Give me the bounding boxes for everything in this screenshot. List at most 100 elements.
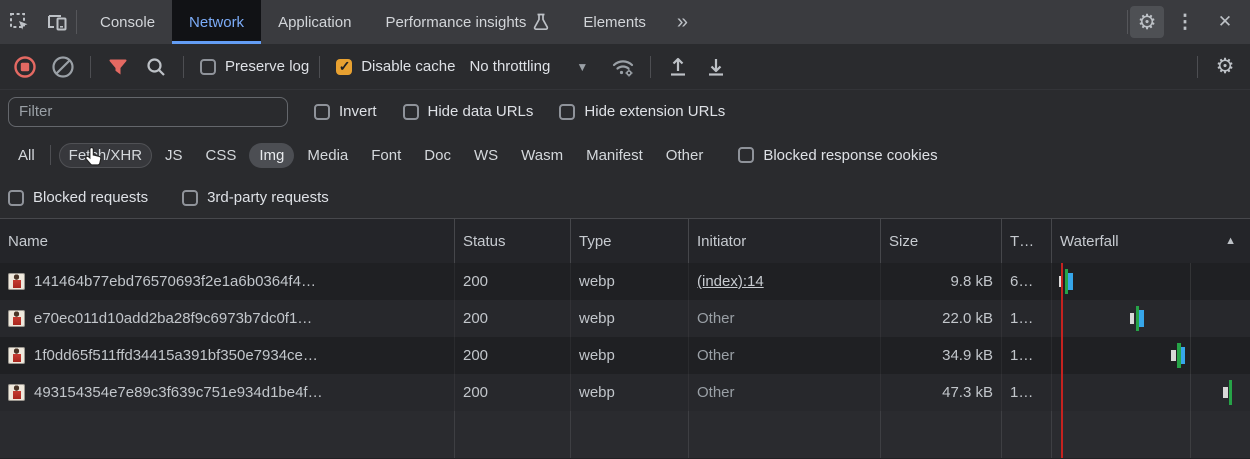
type-cell[interactable]: webp — [571, 263, 689, 300]
size-cell[interactable]: 47.3 kB — [881, 374, 1002, 411]
initiator-link[interactable]: (index):14 — [697, 273, 764, 290]
table-row[interactable]: 141464b77ebd76570693f2e1a6b0364f4… 200web… — [0, 263, 1250, 300]
time-cell[interactable]: 1… — [1002, 337, 1052, 374]
network-settings-button[interactable]: ⚙ — [1208, 50, 1242, 84]
request-name-cell[interactable]: 1f0dd65f511ffd34415a391bf350e7934ce… — [0, 337, 455, 374]
more-tabs-button[interactable]: » — [663, 0, 700, 44]
time-cell[interactable]: 6… — [1002, 263, 1052, 300]
type-filter-all[interactable]: All — [8, 143, 45, 168]
disable-cache-checkbox[interactable]: Disable cache — [336, 58, 455, 75]
tab-console[interactable]: Console — [83, 0, 172, 44]
tab-network[interactable]: Network — [172, 0, 261, 44]
waterfall-cell[interactable] — [1052, 374, 1250, 411]
request-type-filter-row: All Fetch/XHRJSCSSImgMediaFontDocWSWasmMa… — [0, 133, 1250, 177]
type-filter-wasm[interactable]: Wasm — [511, 143, 573, 168]
tab-strip: ConsoleNetwork Application Performance ins… — [83, 0, 663, 44]
hide-data-urls-checkbox[interactable]: Hide data URLs — [403, 103, 534, 120]
request-name-cell[interactable]: e70ec011d10add2ba28f9c6973b7dc0f1… — [0, 300, 455, 337]
network-conditions-button[interactable] — [606, 50, 640, 84]
column-header-type[interactable]: Type — [571, 219, 689, 263]
type-filter-manifest[interactable]: Manifest — [576, 143, 653, 168]
type-filter-css[interactable]: CSS — [196, 143, 247, 168]
import-har-button[interactable] — [661, 50, 695, 84]
type-cell[interactable]: webp — [571, 300, 689, 337]
status-cell[interactable]: 200 — [455, 300, 571, 337]
devtools-tabbar: ConsoleNetwork Application Performance ins… — [0, 0, 1250, 44]
initiator-cell[interactable]: Other — [689, 300, 881, 337]
time-cell[interactable]: 1… — [1002, 300, 1052, 337]
column-header-initiator[interactable]: Initiator — [689, 219, 881, 263]
hide-extension-urls-checkbox[interactable]: Hide extension URLs — [559, 103, 725, 120]
device-toolbar-button[interactable] — [38, 0, 76, 44]
table-row[interactable]: e70ec011d10add2ba28f9c6973b7dc0f1… 200web… — [0, 300, 1250, 337]
type-filter-other[interactable]: Other — [656, 143, 714, 168]
initiator-cell[interactable]: Other — [689, 337, 881, 374]
tab-elements[interactable]: Elements — [566, 0, 663, 44]
column-header-name[interactable]: Name — [0, 219, 455, 263]
initiator-cell[interactable]: Other — [689, 374, 881, 411]
settings-button[interactable]: ⚙ — [1130, 6, 1164, 38]
status-cell[interactable]: 200 — [455, 374, 571, 411]
size-cell[interactable]: 34.9 kB — [881, 337, 1002, 374]
type-filter-media[interactable]: Media — [297, 143, 358, 168]
waterfall-cell[interactable] — [1052, 263, 1250, 300]
filter-input[interactable] — [8, 97, 288, 127]
third-party-requests-checkbox[interactable]: 3rd-party requests — [182, 189, 329, 206]
inspect-element-button[interactable] — [0, 0, 38, 44]
waterfall-download-bar — [1139, 310, 1144, 327]
size-cell[interactable]: 22.0 kB — [881, 300, 1002, 337]
preserve-log-checkbox[interactable]: Preserve log — [200, 58, 309, 75]
initiator-cell[interactable]: (index):14 — [689, 263, 881, 300]
column-header-size[interactable]: Size — [881, 219, 1002, 263]
size-cell[interactable]: 9.8 kB — [881, 263, 1002, 300]
invert-checkbox[interactable]: Invert — [314, 103, 377, 120]
filter-bar: Invert Hide data URLs Hide extension URL… — [0, 90, 1250, 133]
column-header-t[interactable]: T… — [1002, 219, 1052, 263]
export-har-button[interactable] — [699, 50, 733, 84]
filter-toggle-button[interactable] — [101, 50, 135, 84]
type-filter-doc[interactable]: Doc — [414, 143, 461, 168]
more-tabs-icon: » — [677, 11, 686, 34]
toolbar-separator-3 — [319, 56, 320, 78]
tab-performance-insights[interactable]: Performance insights — [368, 0, 566, 44]
record-network-log-button[interactable] — [8, 50, 42, 84]
blocked-response-cookies-checkbox[interactable]: Blocked response cookies — [738, 147, 937, 164]
network-conditions-icon — [610, 55, 636, 79]
throttling-select[interactable]: No throttling ▼ — [469, 58, 588, 75]
request-name-cell[interactable]: 141464b77ebd76570693f2e1a6b0364f4… — [0, 263, 455, 300]
type-cell[interactable]: webp — [571, 337, 689, 374]
blocked-requests-checkbox[interactable]: Blocked requests — [8, 189, 148, 206]
disable-cache-box-icon — [336, 59, 352, 75]
request-name: 493154354e7e89c3f639c751e934d1be4f… — [34, 384, 323, 401]
waterfall-cell[interactable] — [1052, 300, 1250, 337]
toolbar-separator-2 — [183, 56, 184, 78]
request-name-cell[interactable]: 493154354e7e89c3f639c751e934d1be4f… — [0, 374, 455, 411]
waterfall-stalled-bar — [1059, 276, 1063, 287]
status-cell[interactable]: 200 — [455, 337, 571, 374]
main-menu-button[interactable]: ⋮ — [1166, 0, 1204, 44]
table-row[interactable]: 1f0dd65f511ffd34415a391bf350e7934ce…200w… — [0, 337, 1250, 374]
request-name: 141464b77ebd76570693f2e1a6b0364f4… — [34, 273, 316, 290]
tab-label: Application — [278, 14, 351, 31]
table-row[interactable]: 493154354e7e89c3f639c751e934d1be4f… 200we… — [0, 374, 1250, 411]
type-filter-font[interactable]: Font — [361, 143, 411, 168]
close-devtools-button[interactable]: ✕ — [1206, 0, 1244, 44]
clear-network-log-button[interactable] — [46, 50, 80, 84]
time-cell[interactable]: 1… — [1002, 374, 1052, 411]
hide-extension-urls-label: Hide extension URLs — [584, 103, 725, 120]
request-name: e70ec011d10add2ba28f9c6973b7dc0f1… — [34, 310, 312, 327]
type-filter-img[interactable]: Img — [249, 143, 294, 168]
type-cell[interactable]: webp — [571, 374, 689, 411]
column-header-status[interactable]: Status — [455, 219, 571, 263]
type-filter-js[interactable]: JS — [155, 143, 193, 168]
type-filter-ws[interactable]: WS — [464, 143, 508, 168]
status-cell[interactable]: 200 — [455, 263, 571, 300]
column-header-label: Initiator — [697, 233, 746, 250]
search-button[interactable] — [139, 50, 173, 84]
devtools-window: ConsoleNetwork Application Performance ins… — [0, 0, 1250, 459]
column-header-waterfall[interactable]: Waterfall▲ — [1052, 219, 1250, 263]
tab-application[interactable]: Application — [261, 0, 368, 44]
waterfall-cell[interactable] — [1052, 337, 1250, 374]
type-filter-fetch-xhr[interactable]: Fetch/XHR — [59, 143, 152, 168]
close-icon: ✕ — [1218, 12, 1232, 32]
